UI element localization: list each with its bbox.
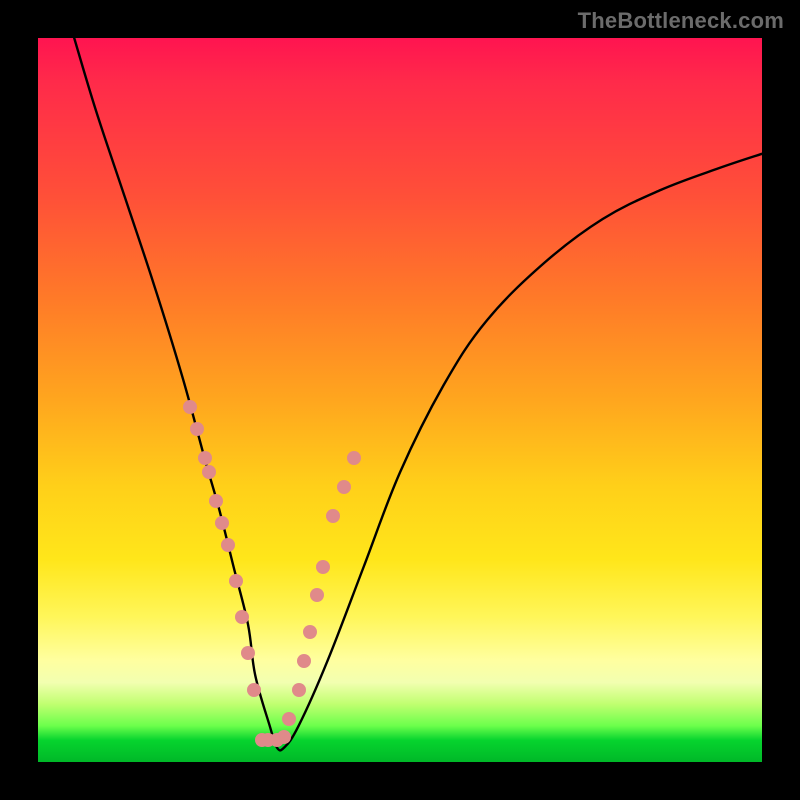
highlight-dot bbox=[247, 683, 261, 697]
highlight-dot bbox=[277, 730, 291, 744]
highlight-dot bbox=[337, 480, 351, 494]
chart-frame: TheBottleneck.com bbox=[0, 0, 800, 800]
bottleneck-curve bbox=[38, 38, 762, 762]
watermark-text: TheBottleneck.com bbox=[578, 8, 784, 34]
highlight-dot bbox=[316, 560, 330, 574]
highlight-dot bbox=[297, 654, 311, 668]
highlight-dot bbox=[221, 538, 235, 552]
highlight-dot bbox=[347, 451, 361, 465]
highlight-dot bbox=[303, 625, 317, 639]
plot-area bbox=[38, 38, 762, 762]
highlight-dot bbox=[215, 516, 229, 530]
highlight-dot bbox=[198, 451, 212, 465]
highlight-dot bbox=[282, 712, 296, 726]
highlight-dot bbox=[292, 683, 306, 697]
curve-path bbox=[74, 38, 762, 750]
